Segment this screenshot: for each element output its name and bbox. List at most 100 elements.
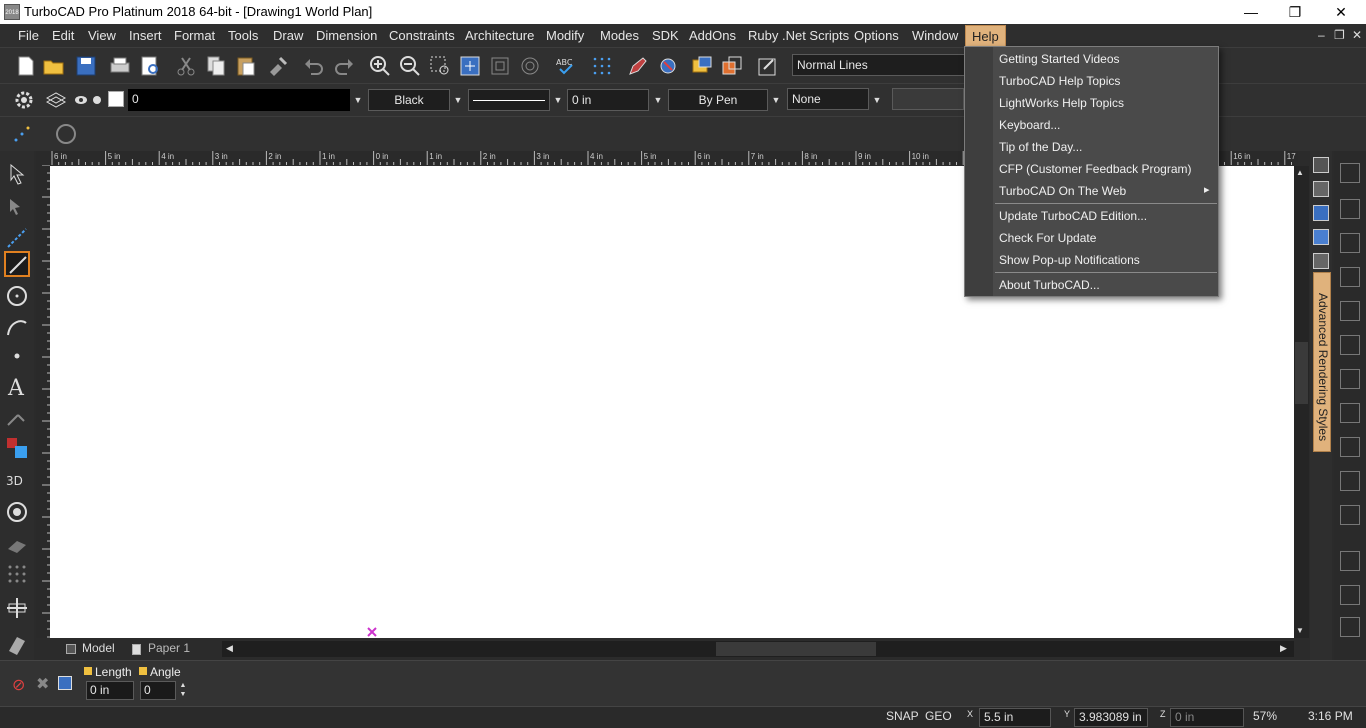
scroll-right-icon[interactable]: ▶ xyxy=(1280,643,1287,654)
minimize-button[interactable]: — xyxy=(1228,0,1274,24)
length-lock-icon[interactable] xyxy=(84,667,92,675)
menu-constraints[interactable]: Constraints xyxy=(389,28,455,43)
view-tool-icon-13[interactable] xyxy=(1340,617,1360,637)
line-width-field[interactable]: 0 in xyxy=(567,89,649,111)
fill-field[interactable]: None xyxy=(787,88,869,110)
angle-spinner-icon[interactable]: ▲ ▼ xyxy=(177,681,189,700)
circle-tool-icon[interactable] xyxy=(4,283,30,309)
view-tool-icon-5[interactable] xyxy=(1340,335,1360,355)
undo-icon[interactable] xyxy=(302,54,326,78)
view-tool-icon-9[interactable] xyxy=(1340,471,1360,491)
view-tool-icon-6[interactable] xyxy=(1340,369,1360,389)
maximize-button[interactable]: ❐ xyxy=(1272,0,1318,24)
calculator-icon[interactable] xyxy=(58,676,72,690)
menu-item-getting-started-videos[interactable]: Getting Started Videos xyxy=(999,52,1120,66)
mdi-close-button[interactable]: ✕ xyxy=(1352,28,1362,42)
point-tool-icon[interactable] xyxy=(4,343,30,369)
edit-tool-icon[interactable] xyxy=(4,193,30,219)
menu-view[interactable]: View xyxy=(88,28,116,43)
menu-item-update-turbocad-edition[interactable]: Update TurboCAD Edition... xyxy=(999,209,1147,223)
menu-item-show-popup-notifications[interactable]: Show Pop-up Notifications xyxy=(999,253,1140,267)
lock-icon[interactable] xyxy=(90,88,104,112)
y-coord-field[interactable]: 3.983089 in xyxy=(1074,708,1148,727)
layer-dropdown-icon[interactable]: ▼ xyxy=(352,89,364,111)
view-cube-icon[interactable] xyxy=(1340,163,1360,183)
geo-indicator[interactable]: GEO xyxy=(925,709,952,723)
zoom-extents-icon[interactable] xyxy=(458,54,482,78)
no-snap-icon[interactable]: ⊘ xyxy=(12,675,25,695)
select-arrow-icon[interactable] xyxy=(4,161,30,187)
paste-icon[interactable] xyxy=(234,54,258,78)
menu-item-keyboard[interactable]: Keyboard... xyxy=(999,118,1060,132)
extra-field[interactable] xyxy=(892,88,964,110)
zoom-all-icon[interactable] xyxy=(518,54,542,78)
layer-color-swatch[interactable] xyxy=(108,91,124,107)
advanced-rendering-styles-tab[interactable]: Advanced Rendering Styles xyxy=(1313,272,1331,452)
mdi-restore-button[interactable]: ❐ xyxy=(1334,28,1345,42)
print-preview-icon[interactable] xyxy=(138,54,162,78)
view-tool-icon-3[interactable] xyxy=(1340,267,1360,287)
redo-icon[interactable] xyxy=(332,54,356,78)
zoom-in-icon[interactable] xyxy=(368,54,392,78)
view-tool-icon-1[interactable] xyxy=(1340,199,1360,219)
circle-snap-icon[interactable] xyxy=(54,122,78,146)
horizontal-scrollbar[interactable]: ◀ ▶ xyxy=(222,641,1294,657)
print-icon[interactable] xyxy=(108,54,132,78)
pen-field[interactable]: By Pen xyxy=(668,89,768,111)
view-tool-icon-2[interactable] xyxy=(1340,233,1360,253)
menu-item-tip-of-the-day[interactable]: Tip of the Day... xyxy=(999,140,1082,154)
menu-modes[interactable]: Modes xyxy=(600,28,639,43)
spell-check-icon[interactable]: ABC xyxy=(554,54,578,78)
line-tool-icon[interactable] xyxy=(4,251,30,277)
menu-item-about-turbocad[interactable]: About TurboCAD... xyxy=(999,278,1100,292)
menu-window[interactable]: Window xyxy=(912,28,958,43)
zoom-out-icon[interactable] xyxy=(398,54,422,78)
move-tool-icon[interactable] xyxy=(4,595,30,621)
hatch-tool-icon[interactable] xyxy=(4,435,30,461)
line-type-field[interactable] xyxy=(468,89,550,111)
array-tool-icon[interactable] xyxy=(4,561,30,587)
length-input[interactable]: 0 in xyxy=(86,681,134,700)
angle-input[interactable]: 0 xyxy=(140,681,176,700)
palette-icon-2[interactable] xyxy=(1313,181,1329,197)
line-type-dropdown-icon[interactable]: ▼ xyxy=(552,89,564,111)
snap-indicator[interactable]: SNAP xyxy=(886,709,919,723)
palette-icon-4[interactable] xyxy=(1313,229,1329,245)
save-icon[interactable] xyxy=(74,54,98,78)
new-file-icon[interactable] xyxy=(14,54,38,78)
menu-item-turbocad-on-the-web[interactable]: TurboCAD On The Web xyxy=(999,184,1126,198)
menu-dimension[interactable]: Dimension xyxy=(316,28,377,43)
line-width-dropdown-icon[interactable]: ▼ xyxy=(652,89,664,111)
menu-item-lightworks-help-topics[interactable]: LightWorks Help Topics xyxy=(999,96,1124,110)
palette-icon-5[interactable] xyxy=(1313,253,1329,269)
fill-dropdown-icon[interactable]: ▼ xyxy=(871,89,883,111)
scroll-up-icon[interactable]: ▲ xyxy=(1296,168,1304,177)
menu-item-check-for-update[interactable]: Check For Update xyxy=(999,231,1096,245)
layer-field[interactable]: 0 xyxy=(128,89,350,111)
vertical-scrollbar[interactable]: ▲ ▼ xyxy=(1294,166,1309,638)
pencil-icon[interactable] xyxy=(626,54,650,78)
menu-item-cfp[interactable]: CFP (Customer Feedback Program) xyxy=(999,162,1192,176)
layers-icon[interactable] xyxy=(44,88,68,112)
eraser-tool-icon[interactable] xyxy=(4,631,30,657)
menu-modify[interactable]: Modify xyxy=(546,28,584,43)
render-icon[interactable] xyxy=(656,54,680,78)
dimension-tool-icon[interactable] xyxy=(4,405,30,431)
palette-icon-1[interactable] xyxy=(1313,157,1329,173)
menu-addons[interactable]: AddOns xyxy=(689,28,736,43)
point-line-icon[interactable] xyxy=(4,225,30,251)
surface-tool-icon[interactable] xyxy=(4,531,30,557)
scroll-down-icon[interactable]: ▼ xyxy=(1296,626,1304,635)
color-dropdown-icon[interactable]: ▼ xyxy=(452,89,464,111)
menu-ruby-net-scripts[interactable]: Ruby .Net Scripts xyxy=(748,28,849,43)
color-field[interactable]: Black xyxy=(368,89,450,111)
palette-icon-3[interactable] xyxy=(1313,205,1329,221)
view-tool-icon-12[interactable] xyxy=(1340,585,1360,605)
angle-lock-icon[interactable] xyxy=(139,667,147,675)
line-style-field[interactable]: Normal Lines xyxy=(792,54,966,76)
menu-help[interactable]: Help xyxy=(965,25,1006,48)
menu-format[interactable]: Format xyxy=(174,28,215,43)
gear-icon[interactable] xyxy=(12,88,36,112)
menu-edit[interactable]: Edit xyxy=(52,28,74,43)
visibility-icon[interactable] xyxy=(74,88,88,112)
